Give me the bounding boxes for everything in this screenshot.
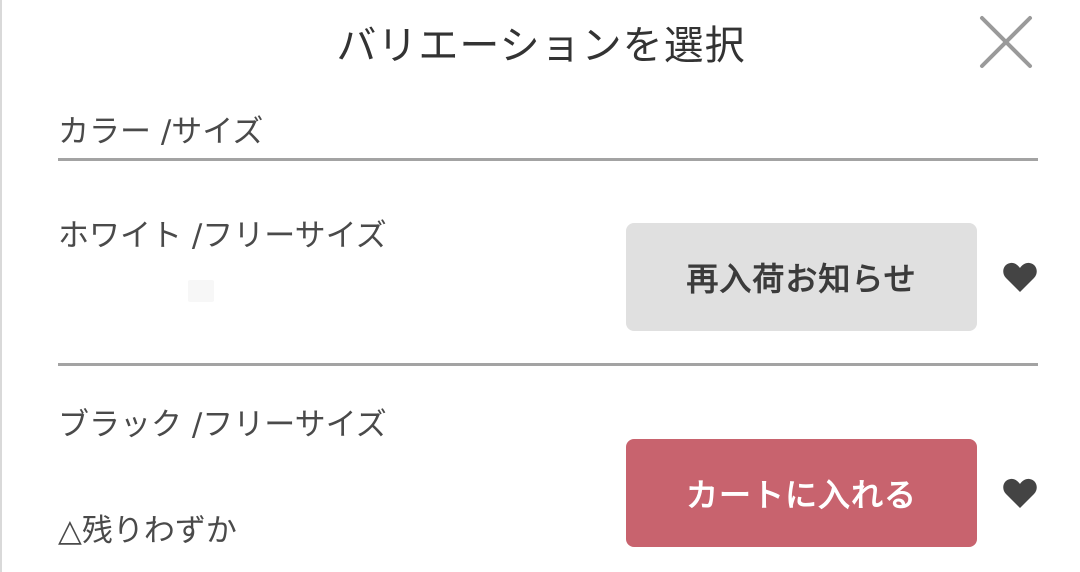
restock-notify-button[interactable]: 再入荷お知らせ	[626, 223, 977, 331]
heart-icon	[1003, 478, 1037, 508]
favorite-button-black[interactable]	[1002, 476, 1038, 510]
add-to-cart-button[interactable]: カートに入れる	[626, 439, 977, 547]
variant-label-black: ブラック /フリーサイズ	[58, 407, 387, 443]
column-header-color-size: カラー /サイズ	[58, 114, 264, 150]
variant-label-white: ホワイト /フリーサイズ	[58, 218, 387, 254]
variation-modal: バリエーションを選択 カラー /サイズ ホワイト /フリーサイズ 再入荷お知らせ…	[0, 0, 1080, 572]
heart-icon	[1003, 262, 1037, 292]
stock-status-low: △残りわずか	[58, 513, 237, 549]
close-icon	[980, 16, 1032, 68]
header-divider	[58, 158, 1038, 161]
color-swatch-white	[188, 280, 214, 302]
variant-divider	[58, 363, 1038, 366]
favorite-button-white[interactable]	[1002, 260, 1038, 294]
modal-title: バリエーションを選択	[336, 23, 746, 69]
close-button[interactable]	[974, 10, 1038, 74]
